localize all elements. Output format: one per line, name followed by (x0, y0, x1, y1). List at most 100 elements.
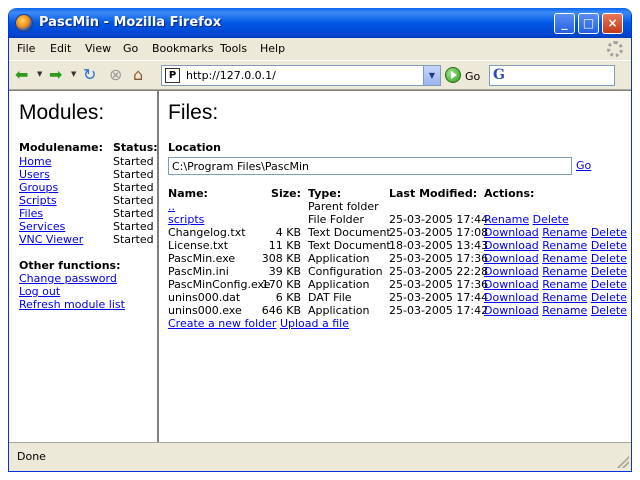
file-name[interactable]: .. (168, 200, 175, 213)
rename-link[interactable]: Rename (484, 213, 529, 226)
forward-arrow-icon[interactable]: ➡ (49, 66, 62, 84)
rename-link[interactable]: Rename (542, 239, 587, 252)
module-row: VNC Viewer Started (19, 233, 154, 246)
delete-link[interactable]: Delete (533, 213, 569, 226)
create-folder-link[interactable]: Create a new folder (168, 317, 276, 330)
file-name: PascMin.exe (168, 252, 236, 265)
menu-bar: File Edit View Go Bookmarks Tools Help (9, 38, 631, 60)
download-link[interactable]: Download (484, 239, 539, 252)
back-history-chevron-icon[interactable]: ▼ (37, 70, 42, 78)
download-link[interactable]: Download (484, 278, 539, 291)
log-out-link[interactable]: Log out (19, 285, 60, 298)
file-size: 11 KB (268, 239, 301, 252)
search-box[interactable]: G (489, 65, 615, 86)
title-bar[interactable]: PascMin - Mozilla Firefox _ □ × (9, 8, 631, 38)
url-history-dropdown-icon[interactable]: ▼ (423, 66, 440, 85)
menu-go[interactable]: Go (123, 42, 138, 55)
module-link-services[interactable]: Services (19, 220, 65, 233)
navigation-toolbar: ⬅ ▼ ➡ ▼ ↻ ⊗ ⌂ P http://127.0.0.1/ ▼ Go G (9, 60, 631, 90)
file-name: License.txt (168, 239, 229, 252)
module-link-users[interactable]: Users (19, 168, 50, 181)
delete-link[interactable]: Delete (591, 291, 627, 304)
rename-link[interactable]: Rename (542, 304, 587, 317)
module-link-groups[interactable]: Groups (19, 181, 58, 194)
change-password-link[interactable]: Change password (19, 272, 117, 285)
download-link[interactable]: Download (484, 304, 539, 317)
file-actions: Download Rename Delete (484, 239, 627, 252)
file-size: 4 KB (275, 226, 301, 239)
go-arrow-icon[interactable] (445, 67, 461, 83)
download-link[interactable]: Download (484, 291, 539, 304)
download-link[interactable]: Download (484, 265, 539, 278)
actions-header: Actions: (484, 187, 535, 200)
go-button[interactable]: Go (465, 70, 480, 83)
menu-view[interactable]: View (85, 42, 111, 55)
file-size: 170 KB (261, 278, 301, 291)
other-function-row: Change password (19, 272, 117, 285)
file-name: Changelog.txt (168, 226, 246, 239)
file-type: Text Document (308, 226, 391, 239)
reload-icon[interactable]: ↻ (83, 66, 96, 84)
stop-icon[interactable]: ⊗ (109, 66, 122, 84)
location-label: Location (168, 141, 221, 154)
module-link-vnc-viewer[interactable]: VNC Viewer (19, 233, 83, 246)
modified-header: Last Modified: (389, 187, 478, 200)
search-engine-icon[interactable]: G (493, 67, 505, 83)
file-actions: Download Rename Delete (484, 226, 627, 239)
close-button[interactable]: × (602, 13, 623, 34)
back-arrow-icon[interactable]: ⬅ (15, 66, 28, 84)
menu-tools[interactable]: Tools (220, 42, 247, 55)
rename-link[interactable]: Rename (542, 265, 587, 278)
status-bar: Done (9, 442, 631, 471)
delete-link[interactable]: Delete (591, 239, 627, 252)
module-status: Started (113, 168, 154, 181)
address-bar[interactable]: P http://127.0.0.1/ ▼ (161, 65, 441, 86)
resize-grip-icon[interactable] (617, 456, 629, 468)
module-link-home[interactable]: Home (19, 155, 51, 168)
menu-bookmarks[interactable]: Bookmarks (152, 42, 213, 55)
file-actions: Download Rename Delete (484, 278, 627, 291)
file-name: unins000.dat (168, 291, 241, 304)
rename-link[interactable]: Rename (542, 291, 587, 304)
file-name: PascMinConfig.exe (168, 278, 271, 291)
file-modified: 25-03-2005 17:44 (389, 291, 489, 304)
delete-link[interactable]: Delete (591, 226, 627, 239)
home-icon[interactable]: ⌂ (133, 66, 143, 84)
url-text[interactable]: http://127.0.0.1/ (186, 69, 276, 82)
file-size: 39 KB (268, 265, 301, 278)
refresh-module-list-link[interactable]: Refresh module list (19, 298, 125, 311)
minimize-button[interactable]: _ (554, 13, 575, 34)
modules-header-row: Modulename: Status: (19, 141, 158, 154)
module-link-files[interactable]: Files (19, 207, 43, 220)
file-size: 6 KB (275, 291, 301, 304)
size-header: Size: (271, 187, 301, 200)
forward-history-chevron-icon[interactable]: ▼ (71, 70, 76, 78)
page-content: Modules: Modulename: Status: Home Starte… (9, 90, 631, 443)
menu-edit[interactable]: Edit (50, 42, 71, 55)
module-row: Scripts Started (19, 194, 154, 207)
site-favicon-icon: P (165, 68, 180, 83)
delete-link[interactable]: Delete (591, 278, 627, 291)
rename-link[interactable]: Rename (542, 252, 587, 265)
location-go-link[interactable]: Go (576, 159, 591, 172)
delete-link[interactable]: Delete (591, 304, 627, 317)
rename-link[interactable]: Rename (542, 278, 587, 291)
menu-file[interactable]: File (17, 42, 35, 55)
download-link[interactable]: Download (484, 226, 539, 239)
delete-link[interactable]: Delete (591, 252, 627, 265)
menu-help[interactable]: Help (260, 42, 285, 55)
file-actions: Download Rename Delete (484, 291, 627, 304)
file-name[interactable]: scripts (168, 213, 204, 226)
location-input[interactable] (168, 157, 572, 175)
file-actions: Download Rename Delete (484, 304, 627, 317)
file-type: Text Document (308, 239, 391, 252)
upload-file-link[interactable]: Upload a file (280, 317, 349, 330)
maximize-button[interactable]: □ (578, 13, 599, 34)
file-modified: 25-03-2005 17:36 (389, 278, 489, 291)
module-link-scripts[interactable]: Scripts (19, 194, 57, 207)
rename-link[interactable]: Rename (542, 226, 587, 239)
download-link[interactable]: Download (484, 252, 539, 265)
delete-link[interactable]: Delete (591, 265, 627, 278)
file-actions: Download Rename Delete (484, 265, 627, 278)
window-title: PascMin - Mozilla Firefox (39, 15, 222, 30)
